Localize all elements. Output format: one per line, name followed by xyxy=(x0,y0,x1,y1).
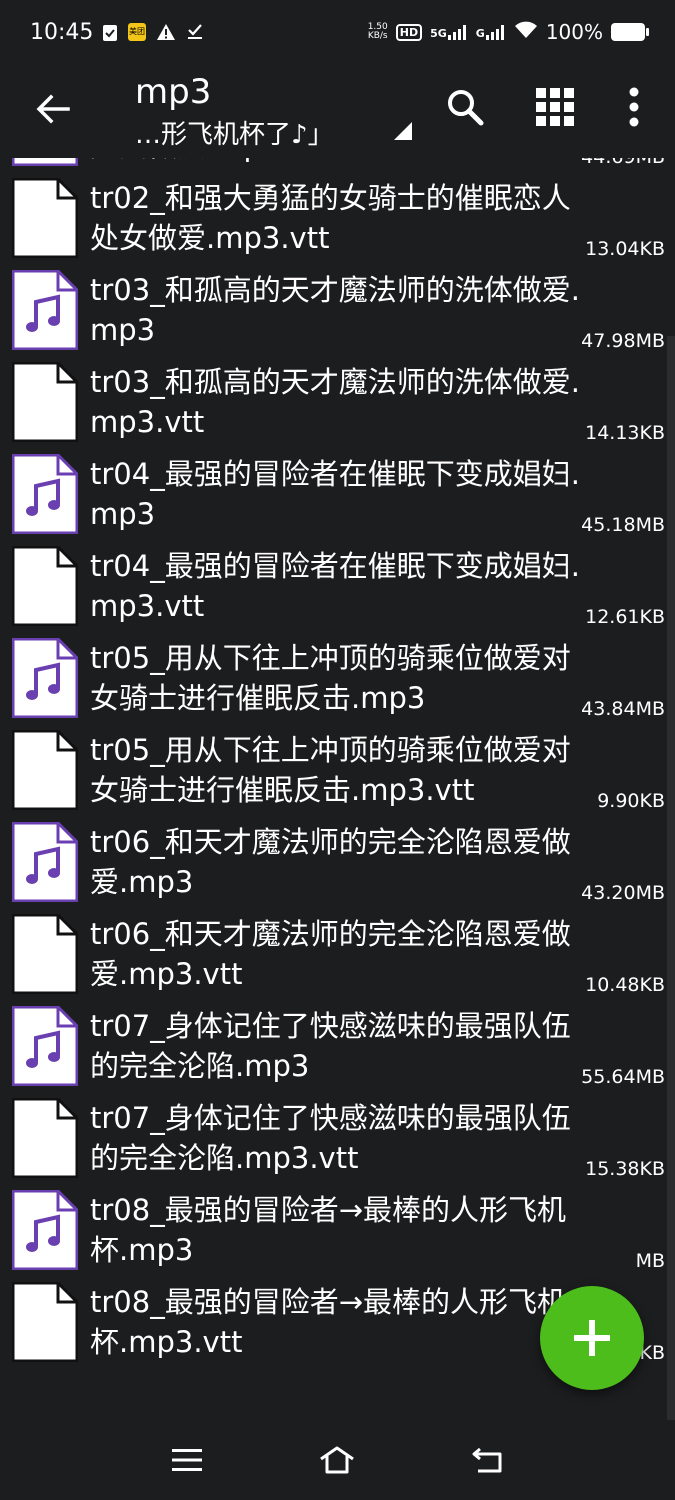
file-name: tr06_和天才魔法师的完全沦陷恩爱做爱.mp3 xyxy=(90,825,571,899)
file-name: tr08_最强的冒险者→最棒的人形飞机杯.mp3 xyxy=(90,1193,566,1267)
battery-icon xyxy=(611,23,649,41)
file-row[interactable]: tr03_和孤高的天才魔法师的洗体做爱.mp3.vtt 14.13KB xyxy=(0,356,675,448)
back-icon xyxy=(472,1447,502,1473)
notification-icons: 美团 xyxy=(102,22,204,42)
file-size: 45.18MB xyxy=(581,514,665,536)
file-list-content: tr02_和强大勇猛的女骑士的催眠恋人处女做爱.mp344.69MB tr02_… xyxy=(0,158,675,1368)
file-size: 12.61KB xyxy=(585,606,665,628)
search-icon xyxy=(448,90,484,126)
file-name: tr06_和天才魔法师的完全沦陷恩爱做爱.mp3.vtt xyxy=(90,917,571,991)
text-file-icon xyxy=(11,913,79,995)
file-name: tr05_用从下往上冲顶的骑乘位做爱对女骑士进行催眠反击.mp3 xyxy=(90,641,571,715)
grid-view-icon xyxy=(536,88,574,126)
path-subtitle[interactable]: …形飞机杯了♪」 xyxy=(135,114,334,151)
more-options-button[interactable] xyxy=(612,82,656,132)
audio-file-icon xyxy=(11,158,79,167)
file-size: 47.98MB xyxy=(581,330,665,352)
file-row[interactable]: tr07_身体记住了快感滋味的最强队伍的完全沦陷.mp3.vtt 15.38KB xyxy=(0,1092,675,1184)
audio-file-icon xyxy=(11,821,79,903)
clipboard-icon xyxy=(102,22,118,42)
net-speed: 1.50 KB/s xyxy=(367,22,388,41)
file-size: 55.64MB xyxy=(581,1066,665,1088)
file-row[interactable]: tr05_用从下往上冲顶的骑乘位做爱对女骑士进行催眠反击.mp3.vtt 9.90… xyxy=(0,724,675,816)
file-size: 13.04KB xyxy=(585,238,665,260)
text-file-icon xyxy=(11,177,79,259)
path-dropdown-icon[interactable] xyxy=(394,122,412,140)
check-download-icon xyxy=(186,23,204,41)
status-bar: 10:45 美团 1.50 KB/s HD 5G G 100% xyxy=(0,0,675,68)
text-file-icon xyxy=(11,1281,79,1363)
audio-file-icon xyxy=(11,637,79,719)
file-size: 43.84MB xyxy=(581,698,665,720)
more-vert-icon xyxy=(629,87,639,127)
file-name: tr02_和强大勇猛的女骑士的催眠恋人处女做爱.mp3 xyxy=(90,158,590,166)
file-name: tr07_身体记住了快感滋味的最强队伍的完全沦陷.mp3.vtt xyxy=(90,1101,571,1175)
file-row[interactable]: tr04_最强的冒险者在催眠下变成娼妇.mp3 45.18MB xyxy=(0,448,675,540)
back-arrow-icon xyxy=(36,94,70,124)
file-size: 44.69MB xyxy=(581,158,665,168)
system-nav-bar xyxy=(0,1420,675,1500)
file-size: MB xyxy=(635,1250,665,1272)
warning-icon xyxy=(156,23,176,41)
file-row[interactable]: tr02_和强大勇猛的女骑士的催眠恋人处女做爱.mp344.69MB xyxy=(0,158,675,172)
back-button[interactable] xyxy=(30,86,76,132)
file-name: tr03_和孤高的天才魔法师的洗体做爱.mp3.vtt xyxy=(90,365,580,439)
file-name: tr05_用从下往上冲顶的骑乘位做爱对女骑士进行催眠反击.mp3.vtt xyxy=(90,733,571,807)
file-size: 43.20MB xyxy=(581,882,665,904)
search-button[interactable] xyxy=(440,82,490,132)
file-size: 15.38KB xyxy=(585,1158,665,1180)
file-name: tr08_最强的冒险者→最棒的人形飞机杯.mp3.vtt xyxy=(90,1285,566,1359)
file-row[interactable]: tr06_和天才魔法师的完全沦陷恩爱做爱.mp3.vtt 10.48KB xyxy=(0,908,675,1000)
audio-file-icon xyxy=(11,1005,79,1087)
file-size: 9.90KB xyxy=(597,790,665,812)
text-file-icon xyxy=(11,361,79,443)
audio-file-icon xyxy=(11,453,79,535)
signal-g-icon: G xyxy=(476,24,506,40)
file-size: 10.48KB xyxy=(585,974,665,996)
grid-view-button[interactable] xyxy=(530,82,580,132)
menu-icon xyxy=(172,1449,202,1471)
nav-menu-button[interactable] xyxy=(162,1438,212,1482)
text-file-icon xyxy=(11,729,79,811)
file-name: tr04_最强的冒险者在催眠下变成娼妇.mp3 xyxy=(90,457,580,531)
file-list[interactable]: tr02_和强大勇猛的女骑士的催眠恋人处女做爱.mp344.69MB tr02_… xyxy=(0,158,675,1420)
status-time: 10:45 xyxy=(30,20,94,45)
nav-back-button[interactable] xyxy=(462,1438,512,1482)
wifi-icon xyxy=(514,21,538,43)
file-row[interactable]: tr07_身体记住了快感滋味的最强队伍的完全沦陷.mp3 55.64MB xyxy=(0,1000,675,1092)
meituan-icon: 美团 xyxy=(128,23,146,41)
file-name: tr07_身体记住了快感滋味的最强队伍的完全沦陷.mp3 xyxy=(90,1009,571,1083)
hd-indicator: HD xyxy=(395,23,423,41)
home-icon xyxy=(320,1446,354,1474)
file-row[interactable]: tr05_用从下往上冲顶的骑乘位做爱对女骑士进行催眠反击.mp3 43.84MB xyxy=(0,632,675,724)
file-name: tr03_和孤高的天才魔法师的洗体做爱.mp3 xyxy=(90,273,580,347)
plus-icon xyxy=(574,1320,610,1356)
audio-file-icon xyxy=(11,1189,79,1271)
app-bar: mp3 …形飞机杯了♪」 xyxy=(0,68,675,158)
battery-percent: 100% xyxy=(545,20,603,44)
page-title: mp3 xyxy=(135,72,212,112)
scrollbar[interactable] xyxy=(667,336,675,1420)
file-name: tr02_和强大勇猛的女骑士的催眠恋人处女做爱.mp3.vtt xyxy=(90,181,571,255)
file-row[interactable]: tr08_最强的冒险者→最棒的人形飞机杯.mp3 MB xyxy=(0,1184,675,1276)
text-file-icon xyxy=(11,1097,79,1179)
file-size: 14.13KB xyxy=(585,422,665,444)
add-fab-button[interactable] xyxy=(540,1286,644,1390)
audio-file-icon xyxy=(11,269,79,351)
status-right: 1.50 KB/s HD 5G G 100% xyxy=(367,20,649,44)
file-name: tr04_最强的冒险者在催眠下变成娼妇.mp3.vtt xyxy=(90,549,580,623)
file-row[interactable]: tr04_最强的冒险者在催眠下变成娼妇.mp3.vtt 12.61KB xyxy=(0,540,675,632)
text-file-icon xyxy=(11,545,79,627)
file-row[interactable]: tr03_和孤高的天才魔法师的洗体做爱.mp3 47.98MB xyxy=(0,264,675,356)
nav-home-button[interactable] xyxy=(312,1438,362,1482)
file-row[interactable]: tr06_和天才魔法师的完全沦陷恩爱做爱.mp3 43.20MB xyxy=(0,816,675,908)
file-row[interactable]: tr02_和强大勇猛的女骑士的催眠恋人处女做爱.mp3.vtt 13.04KB xyxy=(0,172,675,264)
signal-5g-icon: 5G xyxy=(430,24,468,40)
